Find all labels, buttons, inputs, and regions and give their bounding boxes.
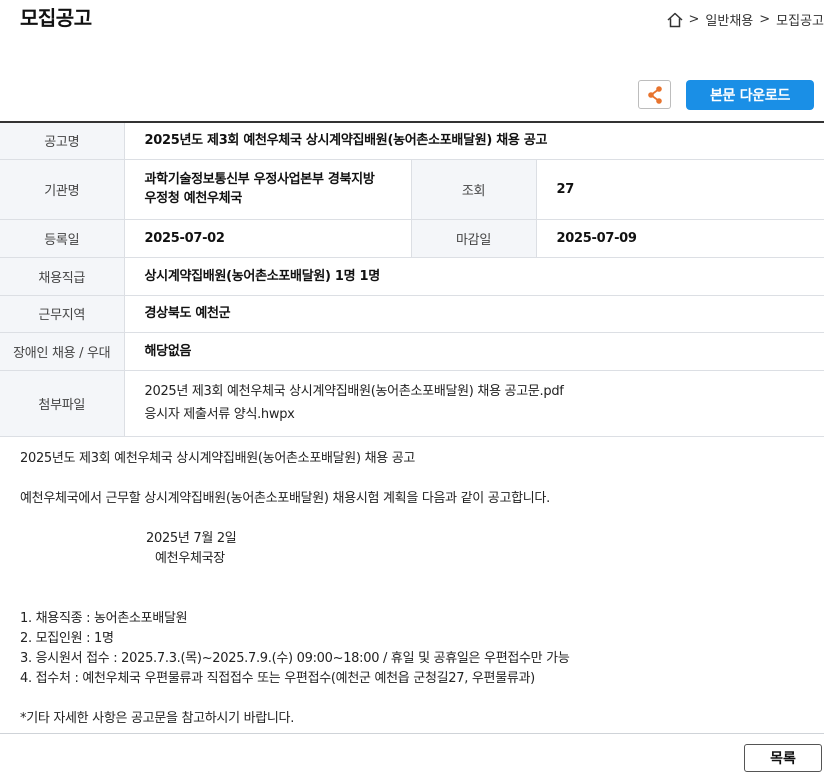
body-item: 4. 접수처 : 예천우체국 우편물류과 직접접수 또는 우편접수(예천군 예천…	[20, 671, 535, 686]
body-title: 2025년도 제3회 예천우체국 상시계약집배원(농어촌소포배달원) 채용 공고	[20, 451, 416, 466]
deadline-label: 마감일	[411, 219, 537, 258]
disabled-hiring-label: 장애인 채용 / 우대	[0, 332, 125, 371]
region-value: 경상북도 예천군	[124, 295, 824, 333]
table-row: 등록일 2025-07-02 마감일 2025-07-09	[0, 219, 824, 258]
page-title: 모집공고	[20, 6, 92, 30]
attachments-label: 첨부파일	[0, 370, 125, 437]
table-row: 장애인 채용 / 우대 해당없음	[0, 332, 824, 371]
org-label: 기관명	[0, 159, 125, 220]
views-label: 조회	[411, 159, 537, 220]
reg-date-value: 2025-07-02	[124, 219, 412, 258]
views-value: 27	[536, 159, 824, 220]
table-row: 채용직급 상시계약집배원(농어촌소포배달원) 1명 1명	[0, 257, 824, 296]
body-item: 2. 모집인원 : 1명	[20, 631, 114, 646]
body-item: 3. 응시원서 접수 : 2025.7.3.(목)~2025.7.9.(수) 0…	[20, 651, 570, 666]
table-row: 첨부파일 2025년 제3회 예천우체국 상시계약집배원(농어촌소포배달원) 채…	[0, 370, 824, 437]
body-note: *기타 자세한 사항은 공고문을 참고하시기 바랍니다.	[20, 711, 295, 726]
deadline-value: 2025-07-09	[536, 219, 824, 258]
org-value-line: 과학기술정보통신부 우정사업본부 경북지방	[144, 172, 375, 187]
title-label: 공고명	[0, 122, 125, 160]
title-value: 2025년도 제3회 예천우체국 상시계약집배원(농어촌소포배달원) 채용 공고	[124, 122, 824, 160]
share-icon	[647, 85, 662, 104]
attachment-link[interactable]: 2025년 제3회 예천우체국 상시계약집배원(농어촌소포배달원) 채용 공고문…	[145, 380, 805, 403]
download-body-button[interactable]: 본문 다운로드	[686, 80, 814, 110]
share-button[interactable]	[638, 80, 671, 109]
body-signer: 예천우체국장	[155, 551, 225, 566]
body-item: 1. 채용직종 : 농어촌소포배달원	[20, 611, 188, 626]
reg-date-label: 등록일	[0, 219, 125, 258]
body-intro: 예천우체국에서 근무할 상시계약집배원(농어촌소포배달원) 채용시험 계획을 다…	[20, 491, 550, 506]
table-row: 근무지역 경상북도 예천군	[0, 295, 824, 333]
region-label: 근무지역	[0, 295, 125, 333]
body-date: 2025년 7월 2일	[146, 531, 237, 546]
breadcrumb-separator: >	[688, 12, 700, 27]
breadcrumb-item-recruitment[interactable]: 모집공고	[776, 10, 824, 29]
org-value: 과학기술정보통신부 우정사업본부 경북지방 우정청 예천우체국	[124, 159, 412, 220]
attachment-link[interactable]: 응시자 제출서류 양식.hwpx	[145, 403, 805, 426]
breadcrumb: > 일반채용 > 모집공고	[666, 10, 824, 29]
table-row: 공고명 2025년도 제3회 예천우체국 상시계약집배원(농어촌소포배달원) 채…	[0, 122, 824, 160]
job-label: 채용직급	[0, 257, 125, 296]
list-button[interactable]: 목록	[744, 744, 822, 772]
breadcrumb-item-general-hiring[interactable]: 일반채용	[705, 10, 753, 29]
attachments-value: 2025년 제3회 예천우체국 상시계약집배원(농어촌소포배달원) 채용 공고문…	[124, 370, 824, 437]
org-value-line: 우정청 예천우체국	[144, 191, 243, 206]
announcement-info-table: 공고명 2025년도 제3회 예천우체국 상시계약집배원(농어촌소포배달원) 채…	[0, 121, 824, 437]
table-row: 기관명 과학기술정보통신부 우정사업본부 경북지방 우정청 예천우체국 조회 2…	[0, 159, 824, 220]
breadcrumb-separator: >	[759, 12, 771, 27]
home-icon[interactable]	[666, 11, 684, 29]
divider	[0, 733, 824, 734]
job-value: 상시계약집배원(농어촌소포배달원) 1명 1명	[124, 257, 824, 296]
disabled-hiring-value: 해당없음	[124, 332, 824, 371]
